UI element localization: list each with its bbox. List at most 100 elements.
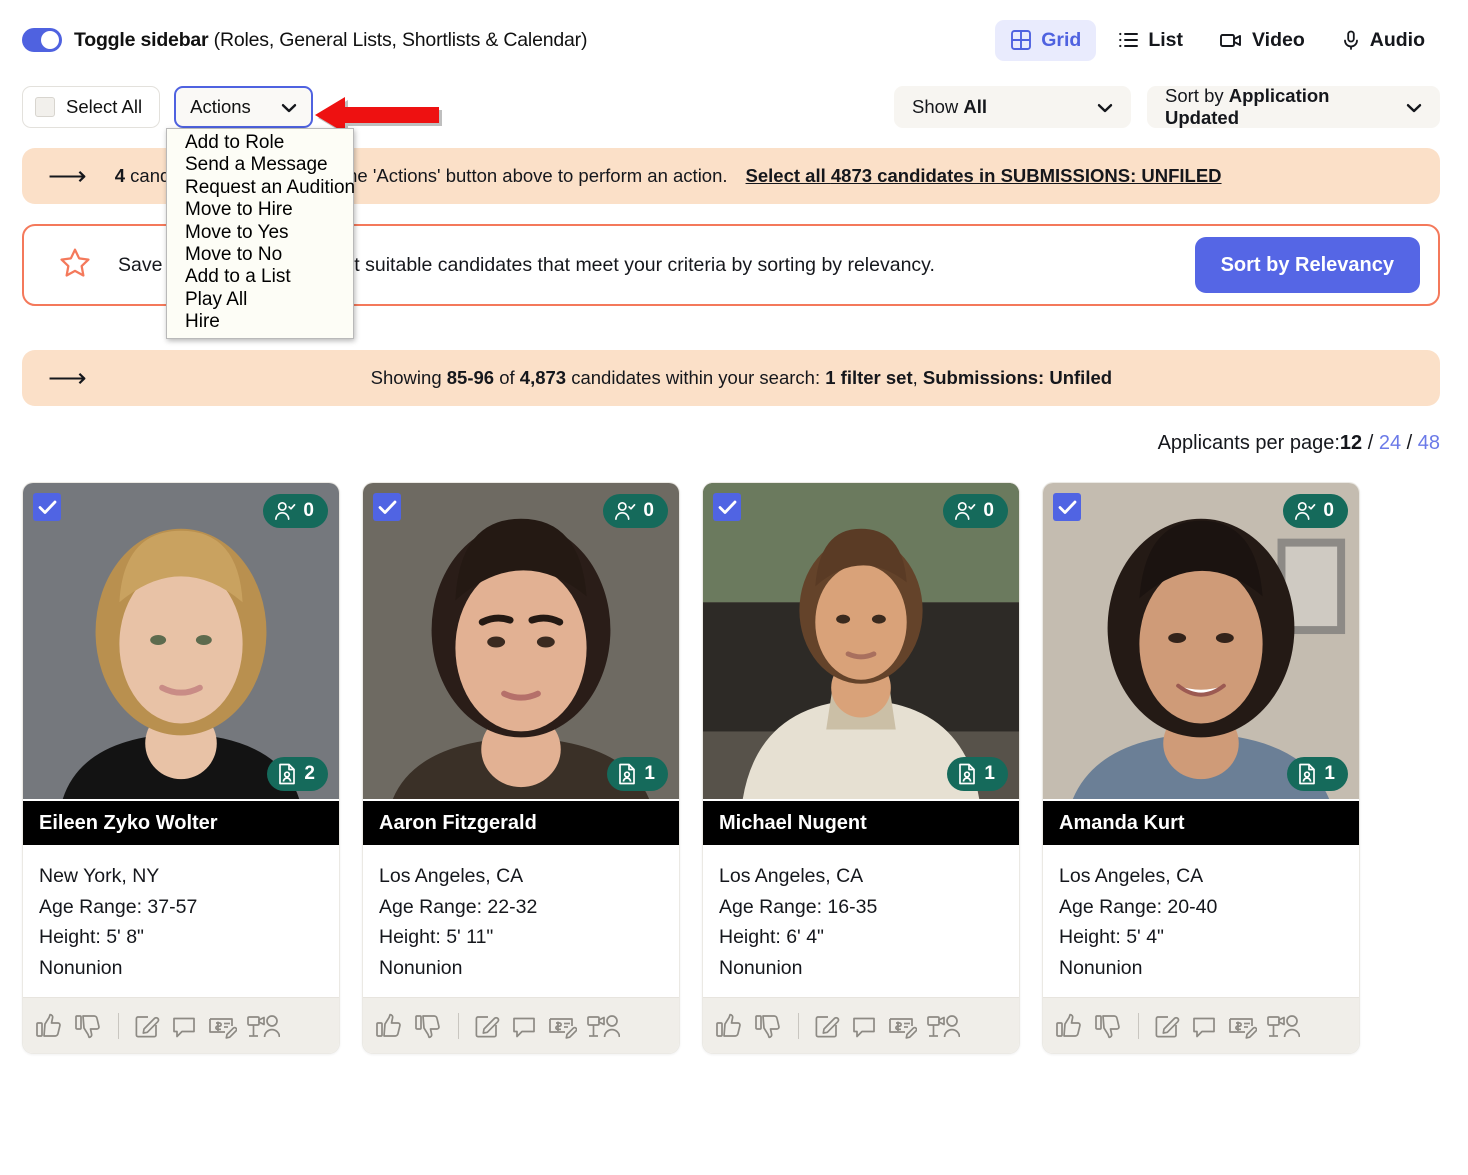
comment-icon[interactable]	[510, 1012, 538, 1040]
candidate-card-footer	[1043, 997, 1359, 1053]
thumbs-down-icon[interactable]	[414, 1012, 444, 1040]
per-page-current: 12	[1339, 432, 1363, 454]
star-icon	[58, 246, 92, 285]
video-icon	[1219, 29, 1243, 51]
candidate-age-range: Age Range: 37-57	[39, 895, 198, 918]
candidate-height: Height: 6' 4"	[719, 926, 824, 948]
selected-count-badge: 0	[603, 494, 668, 528]
actions-menu-item-request-an-audition[interactable]: Request an Audition	[167, 177, 355, 199]
candidate-select-checkbox[interactable]	[1053, 493, 1081, 521]
view-mode-switcher: Grid List Video Audio	[995, 19, 1440, 61]
candidate-photo[interactable]: 0 1	[703, 483, 1019, 801]
candidate-height: Height: 5' 4"	[1059, 926, 1164, 948]
sort-by-prefix: Sort by	[1165, 85, 1229, 106]
sidebar-toggle-switch[interactable]	[22, 28, 62, 52]
headshot-image	[1043, 483, 1359, 799]
view-mode-list[interactable]: List	[1102, 20, 1198, 61]
sidebar-toggle-group[interactable]: Toggle sidebar (Roles, General Lists, Sh…	[22, 28, 587, 52]
actions-menu-item-play-all[interactable]: Play All	[167, 289, 353, 311]
document-count-badge: 2	[267, 757, 328, 791]
view-mode-video-label: Video	[1252, 28, 1305, 51]
thumbs-down-icon[interactable]	[754, 1012, 784, 1040]
edit-note-icon[interactable]	[133, 1012, 161, 1040]
footer-divider	[1138, 1012, 1139, 1039]
candidate-card[interactable]: 0 2 Eileen Zyko Wolter New York, NY Age …	[22, 482, 340, 1054]
audition-camera-icon[interactable]	[586, 1012, 620, 1040]
candidate-union: Nonunion	[1059, 956, 1143, 979]
per-page-option-24[interactable]: 24	[1379, 432, 1401, 455]
actions-menu-item-add-to-a-list[interactable]: Add to a List	[167, 266, 353, 288]
candidate-card[interactable]: 0 1 Amanda Kurt Los Angeles, CA Age Rang…	[1042, 482, 1360, 1054]
candidate-details: Los Angeles, CA Age Range: 22-32 Height:…	[363, 845, 679, 997]
candidate-select-checkbox[interactable]	[33, 493, 61, 521]
candidate-card[interactable]: 0 1 Aaron Fitzgerald Los Angeles, CA Age…	[362, 482, 680, 1054]
comment-icon[interactable]	[170, 1012, 198, 1040]
showing-total: 4,873	[519, 367, 567, 388]
list-icon	[1117, 29, 1139, 51]
actions-menu-item-move-to-yes[interactable]: Move to Yes	[167, 222, 353, 244]
sort-by-select[interactable]: Sort by Application Updated	[1147, 85, 1440, 129]
candidate-photo[interactable]: 0 1	[1043, 483, 1359, 801]
thumbs-down-icon[interactable]	[74, 1012, 104, 1040]
audition-camera-icon[interactable]	[926, 1012, 960, 1040]
show-filter-select[interactable]: Show All	[894, 86, 1131, 128]
arrow-right-icon: ⟶	[48, 160, 87, 191]
payment-edit-icon[interactable]	[1227, 1012, 1257, 1040]
thumbs-down-icon[interactable]	[1094, 1012, 1124, 1040]
candidate-card-footer	[703, 997, 1019, 1053]
candidate-select-checkbox[interactable]	[373, 493, 401, 521]
select-all-results-link[interactable]: Select all 4873 candidates in SUBMISSION…	[746, 165, 1222, 187]
view-mode-audio-label: Audio	[1369, 28, 1425, 51]
selection-count: 4	[114, 165, 126, 186]
showing-pre: Showing	[370, 367, 447, 388]
selected-count-badge: 0	[943, 494, 1008, 528]
view-mode-grid-label: Grid	[1041, 28, 1082, 51]
candidate-photo[interactable]: 0 1	[363, 483, 679, 801]
view-mode-audio[interactable]: Audio	[1326, 20, 1440, 61]
candidate-select-checkbox[interactable]	[713, 493, 741, 521]
candidate-union: Nonunion	[379, 956, 463, 979]
candidate-card[interactable]: 0 1 Michael Nugent Los Angeles, CA Age R…	[702, 482, 1020, 1054]
payment-edit-icon[interactable]	[887, 1012, 917, 1040]
select-all-label: Select All	[66, 96, 143, 117]
footer-divider	[118, 1012, 119, 1039]
footer-divider	[458, 1012, 459, 1039]
select-all-button[interactable]: Select All	[22, 86, 161, 128]
view-mode-grid[interactable]: Grid	[995, 19, 1097, 61]
sort-by-relevancy-button[interactable]: Sort by Relevancy	[1194, 237, 1420, 293]
actions-menu-item-move-to-no[interactable]: Move to No	[167, 244, 353, 266]
actions-menu-item-move-to-hire[interactable]: Move to Hire	[167, 199, 353, 221]
candidate-name: Amanda Kurt	[1043, 801, 1359, 845]
comment-icon[interactable]	[1190, 1012, 1218, 1040]
per-page-option-48[interactable]: 48	[1418, 432, 1440, 455]
select-all-checkbox[interactable]	[35, 97, 55, 117]
actions-menu-item-send-a-message[interactable]: Send a Message	[167, 154, 353, 176]
audition-camera-icon[interactable]	[246, 1012, 280, 1040]
audition-camera-icon[interactable]	[1266, 1012, 1300, 1040]
edit-note-icon[interactable]	[1153, 1012, 1181, 1040]
filter-controls: Show All Sort by Application Updated	[894, 85, 1440, 129]
selected-count-value: 0	[303, 500, 314, 521]
thumbs-up-icon[interactable]	[35, 1012, 65, 1040]
actions-dropdown-button[interactable]: Actions	[174, 86, 313, 128]
document-count-badge: 1	[607, 757, 668, 791]
actions-menu-item-add-to-role[interactable]: Add to Role	[167, 132, 353, 154]
view-mode-video[interactable]: Video	[1204, 20, 1320, 61]
thumbs-up-icon[interactable]	[1055, 1012, 1085, 1040]
microphone-icon	[1341, 29, 1361, 51]
thumbs-up-icon[interactable]	[715, 1012, 745, 1040]
candidate-union: Nonunion	[719, 956, 803, 979]
payment-edit-icon[interactable]	[207, 1012, 237, 1040]
payment-edit-icon[interactable]	[547, 1012, 577, 1040]
comment-icon[interactable]	[850, 1012, 878, 1040]
sort-by-label: Sort by Application Updated	[1165, 85, 1390, 129]
actions-dropdown-menu[interactable]: Add to Role Send a Message Request an Au…	[166, 128, 355, 339]
edit-note-icon[interactable]	[473, 1012, 501, 1040]
actions-menu-item-hire[interactable]: Hire	[167, 311, 353, 333]
candidate-union: Nonunion	[39, 956, 123, 979]
edit-note-icon[interactable]	[813, 1012, 841, 1040]
candidate-photo[interactable]: 0 2	[23, 483, 339, 801]
thumbs-up-icon[interactable]	[375, 1012, 405, 1040]
candidate-details: Los Angeles, CA Age Range: 20-40 Height:…	[1043, 845, 1359, 997]
candidate-age-range: Age Range: 22-32	[379, 895, 538, 918]
